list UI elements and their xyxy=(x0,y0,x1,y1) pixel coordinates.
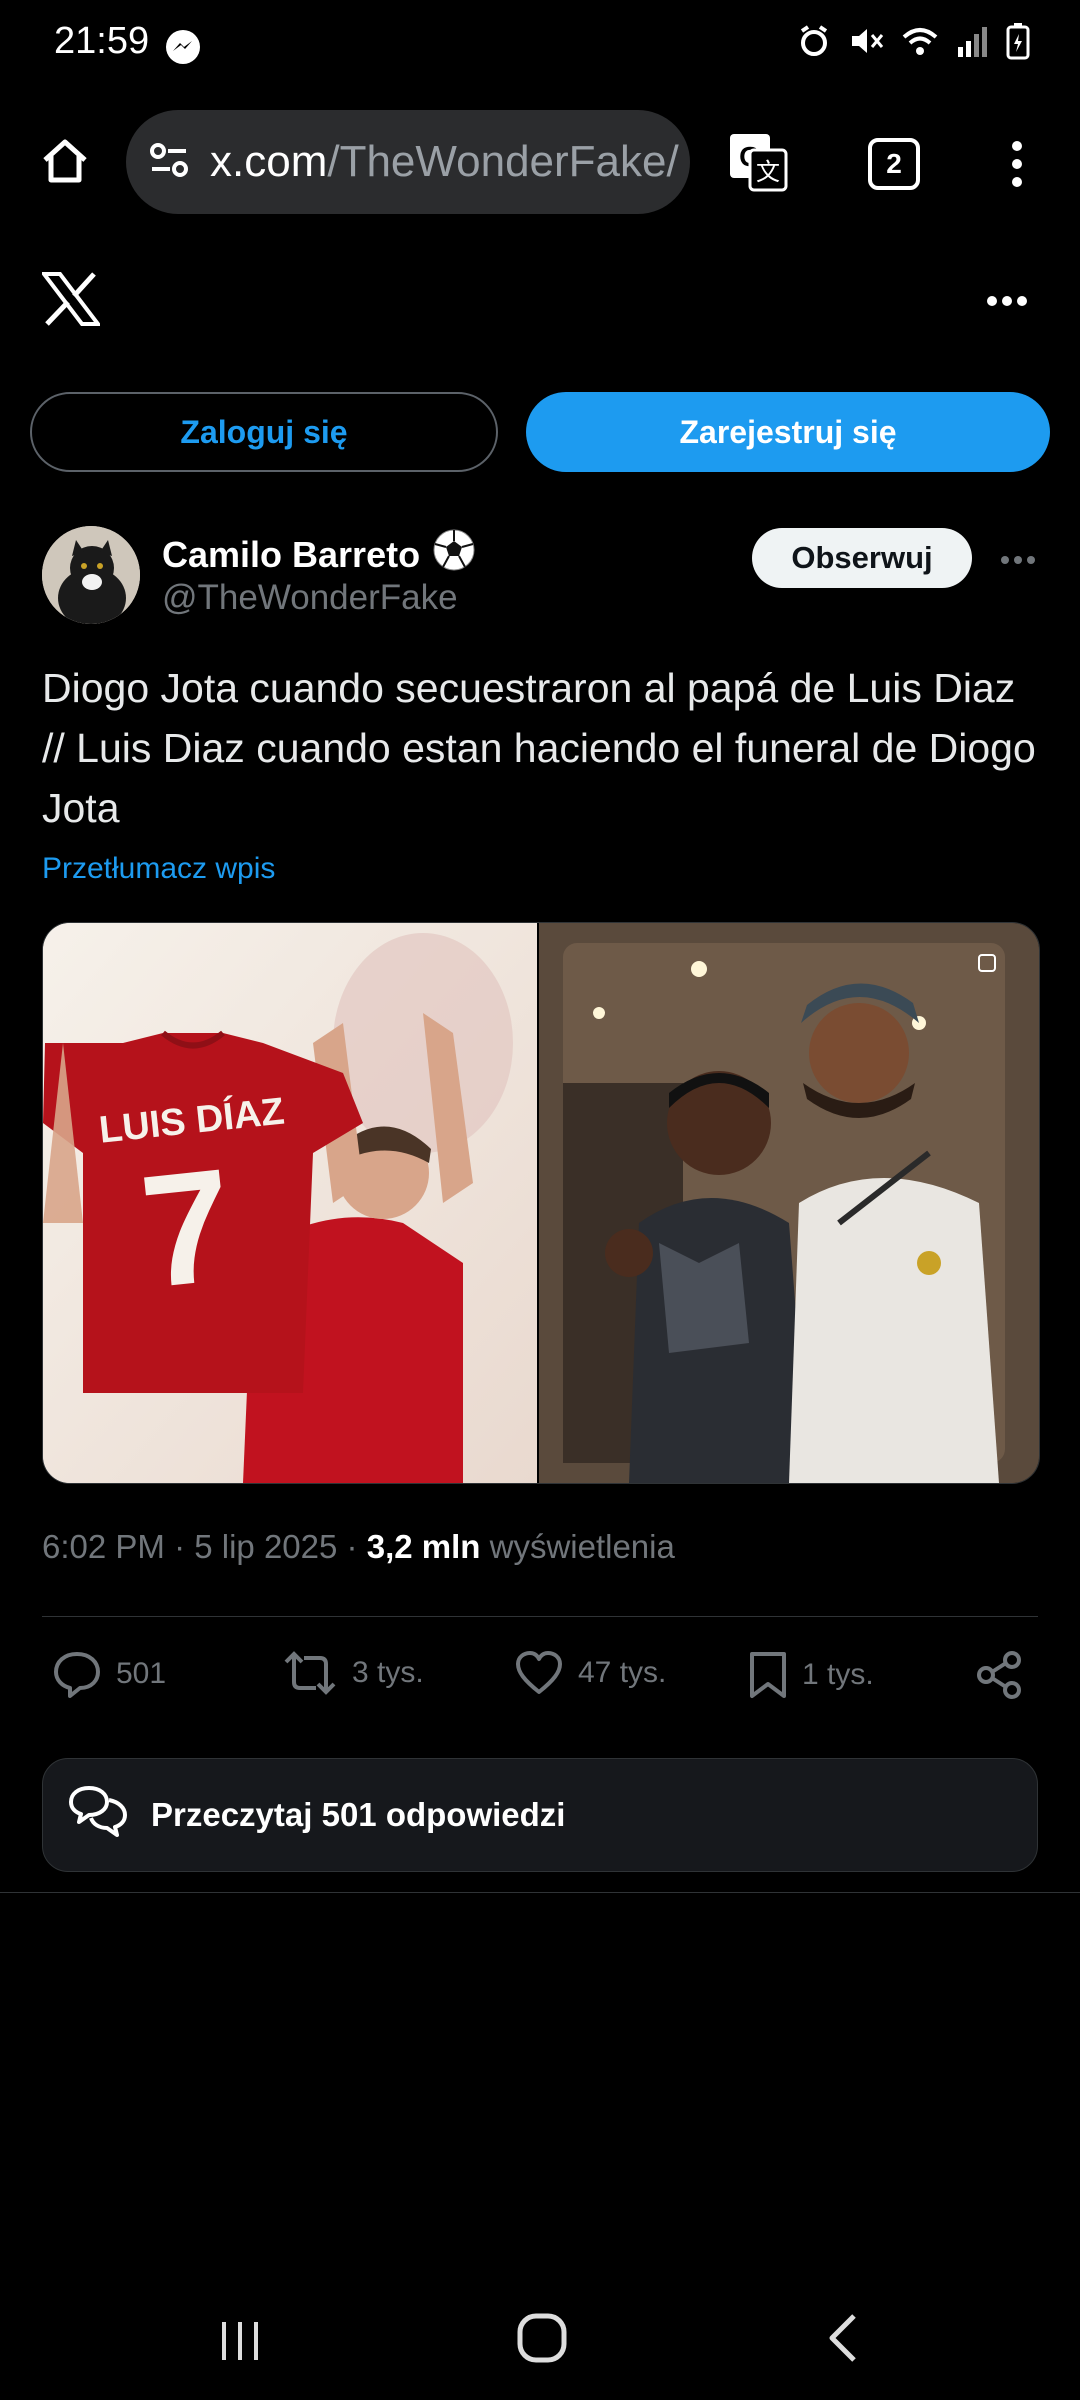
tweet-text: Diogo Jota cuando secuestraron al papá d… xyxy=(42,665,1036,831)
mute-icon xyxy=(852,29,884,53)
recent-apps-icon[interactable] xyxy=(218,2318,262,2367)
read-replies-button[interactable]: Przeczytaj 501 odpowiedzi xyxy=(42,1758,1038,1872)
signal-icon xyxy=(958,27,987,57)
avatar[interactable] xyxy=(42,526,140,624)
status-icons xyxy=(796,22,1030,60)
share-icon xyxy=(977,1651,1021,1699)
retweet-count: 3 tys. xyxy=(352,1656,424,1689)
reply-button[interactable]: 501 xyxy=(52,1650,166,1698)
tab-switcher-button[interactable]: 2 xyxy=(868,138,920,190)
tweet-media[interactable]: LUIS DÍAZ 7 xyxy=(42,922,1040,1484)
bookmark-count: 1 tys. xyxy=(802,1658,874,1691)
home-icon[interactable] xyxy=(40,136,90,191)
soccer-ball-icon xyxy=(432,528,476,581)
translate-icon[interactable]: G文 xyxy=(728,132,790,199)
retweet-icon xyxy=(284,1651,336,1695)
follow-button[interactable]: Obserwuj xyxy=(752,528,972,588)
jersey-number: 7 xyxy=(134,1134,241,1321)
svg-text:文: 文 xyxy=(756,159,780,186)
home-nav-icon[interactable] xyxy=(516,2312,568,2369)
tweet-time[interactable]: 6:02 PM xyxy=(42,1528,165,1565)
like-count: 47 tys. xyxy=(578,1656,667,1689)
read-replies-icon xyxy=(67,1782,129,1848)
x-logo-icon[interactable] xyxy=(39,272,103,331)
read-replies-label: Przeczytaj 501 odpowiedzi xyxy=(151,1796,566,1833)
action-bar: 501 3 tys. 47 tys. 1 tys. xyxy=(42,1650,1038,1710)
url-text: x.com/TheWonderFake/ xyxy=(210,137,679,187)
like-button[interactable]: 47 tys. xyxy=(514,1650,666,1696)
translate-link[interactable]: Przetłumacz wpis xyxy=(42,852,275,886)
site-settings-icon[interactable] xyxy=(148,139,190,186)
header-more-icon[interactable] xyxy=(986,294,1028,312)
author-name-row[interactable]: Camilo Barreto xyxy=(162,528,476,581)
reply-icon xyxy=(54,1652,100,1698)
wifi-icon xyxy=(902,28,938,55)
tweet-meta: 6:02 PM · 5 lip 2025 · 3,2 mln wyświetle… xyxy=(42,1528,675,1565)
tweet-more-icon[interactable] xyxy=(1000,552,1036,570)
views-value: 3,2 mln xyxy=(366,1528,481,1565)
alarm-icon xyxy=(800,25,828,56)
share-button[interactable] xyxy=(974,1650,1024,1700)
signup-button[interactable]: Zarejestruj się xyxy=(526,392,1050,472)
views-label: wyświetlenia xyxy=(489,1528,675,1565)
messenger-icon xyxy=(164,28,202,71)
retweet-button[interactable]: 3 tys. xyxy=(282,1650,424,1696)
reply-count: 501 xyxy=(116,1657,167,1690)
url-path: /TheWonderFake/ xyxy=(327,137,679,186)
bookmark-icon xyxy=(750,1652,786,1698)
back-icon[interactable] xyxy=(826,2312,862,2369)
author-name[interactable]: Camilo Barreto xyxy=(162,534,420,576)
author-handle[interactable]: @TheWonderFake xyxy=(162,578,458,618)
divider xyxy=(42,1616,1038,1617)
status-time: 21:59 xyxy=(54,20,150,62)
url-domain: x.com xyxy=(210,137,328,186)
media-image-diaz[interactable] xyxy=(539,923,1039,1483)
divider-bottom xyxy=(0,1892,1080,1893)
heart-icon xyxy=(516,1651,562,1694)
login-button[interactable]: Zaloguj się xyxy=(30,392,498,472)
battery-icon xyxy=(1006,23,1030,60)
url-bar[interactable]: x.com/TheWonderFake/ xyxy=(126,110,690,214)
bookmark-button[interactable]: 1 tys. xyxy=(748,1650,874,1700)
tweet-date[interactable]: 5 lip 2025 xyxy=(194,1528,337,1565)
media-image-jota[interactable]: LUIS DÍAZ 7 xyxy=(43,923,537,1483)
browser-menu-icon[interactable] xyxy=(1008,140,1026,193)
